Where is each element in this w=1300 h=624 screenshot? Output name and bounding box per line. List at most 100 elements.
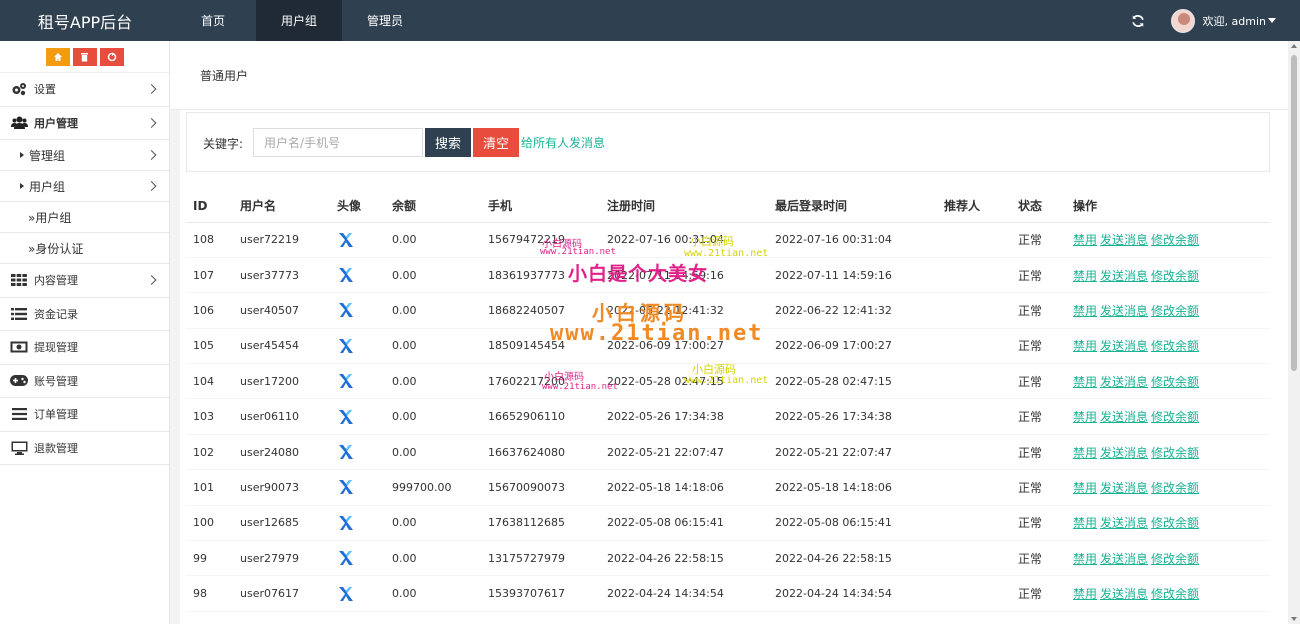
bars-icon xyxy=(10,407,28,421)
menu-account-management[interactable]: 账号管理 xyxy=(0,365,169,398)
disable-link[interactable]: 禁用 xyxy=(1073,304,1097,318)
search-button[interactable]: 搜索 xyxy=(425,128,471,157)
cell-phone: 15670090073 xyxy=(481,469,600,506)
cell-register-time: 2022-06-09 17:00:27 xyxy=(600,328,768,365)
menu-user-group-list[interactable]: »用户组 xyxy=(0,202,169,233)
menu-refund-management[interactable]: 退款管理 xyxy=(0,432,169,465)
message-all-link[interactable]: 给所有人发消息 xyxy=(521,134,605,151)
edit-balance-link[interactable]: 修改余额 xyxy=(1151,375,1199,389)
page-header: 普通用户 xyxy=(170,41,1288,110)
menu-user-management[interactable]: 用户管理 xyxy=(0,107,169,140)
col-last-login: 最后登录时间 xyxy=(768,190,937,223)
col-username: 用户名 xyxy=(233,190,330,223)
disable-link[interactable]: 禁用 xyxy=(1073,516,1097,530)
send-message-link[interactable]: 发送消息 xyxy=(1100,446,1148,460)
avatar-cell xyxy=(330,434,385,471)
scroll-up-icon[interactable] xyxy=(1291,44,1297,48)
edit-balance-link[interactable]: 修改余额 xyxy=(1151,233,1199,247)
disable-link[interactable]: 禁用 xyxy=(1073,375,1097,389)
cell-referrer xyxy=(937,398,1011,435)
disable-link[interactable]: 禁用 xyxy=(1073,481,1097,495)
send-message-link[interactable]: 发送消息 xyxy=(1100,481,1148,495)
edit-balance-link[interactable]: 修改余额 xyxy=(1151,339,1199,353)
cell-register-time: 2022-05-28 02:47:15 xyxy=(600,363,768,400)
users-table: ID 用户名 头像 余额 手机 注册时间 最后登录时间 推荐人 状态 操作 10… xyxy=(186,190,1270,612)
menu-order-management[interactable]: 订单管理 xyxy=(0,398,169,432)
scrollbar[interactable] xyxy=(1288,41,1300,624)
welcome-text[interactable]: 欢迎, admin xyxy=(1203,13,1266,29)
caret-down-icon[interactable] xyxy=(1268,18,1276,23)
send-message-link[interactable]: 发送消息 xyxy=(1100,516,1148,530)
cell-username: user12685 xyxy=(233,505,330,542)
send-message-link[interactable]: 发送消息 xyxy=(1100,410,1148,424)
chevron-right-icon xyxy=(146,117,157,128)
edit-balance-link[interactable]: 修改余额 xyxy=(1151,516,1199,530)
send-message-link[interactable]: 发送消息 xyxy=(1100,233,1148,247)
menu-content-management[interactable]: 内容管理 xyxy=(0,264,169,298)
disable-link[interactable]: 禁用 xyxy=(1073,446,1097,460)
scroll-down-icon[interactable] xyxy=(1291,617,1297,621)
send-message-link[interactable]: 发送消息 xyxy=(1100,269,1148,283)
disable-link[interactable]: 禁用 xyxy=(1073,552,1097,566)
table-row: 98 user07617 0.00 15393707617 2022-04-24 14:… xyxy=(186,575,1270,612)
menu-fund-records[interactable]: 资金记录 xyxy=(0,298,169,331)
cell-last-login: 2022-07-16 00:31:04 xyxy=(768,222,937,258)
cell-username: user06110 xyxy=(233,398,330,435)
edit-balance-link[interactable]: 修改余额 xyxy=(1151,481,1199,495)
cell-referrer xyxy=(937,540,1011,577)
chevron-right-icon xyxy=(146,150,157,160)
refresh-icon[interactable] xyxy=(1131,14,1145,28)
edit-balance-link[interactable]: 修改余额 xyxy=(1151,587,1199,601)
menu-admin-group[interactable]: 管理组 xyxy=(0,140,169,171)
menu-settings[interactable]: 设置 xyxy=(0,73,169,107)
table-row: 99 user27979 0.00 13175727979 2022-04-26 22:… xyxy=(186,540,1270,577)
avatar-cell xyxy=(330,575,385,612)
cell-phone: 15679472219 xyxy=(481,222,600,258)
list-icon xyxy=(10,307,28,321)
col-status: 状态 xyxy=(1011,190,1066,223)
menu-label: 提现管理 xyxy=(34,341,78,355)
avatar[interactable] xyxy=(1170,8,1195,33)
table-row: 103 user06110 0.00 16652906110 2022-05-26 17… xyxy=(186,398,1270,435)
top-right: 欢迎, admin xyxy=(1131,0,1300,41)
cell-actions: 禁用 发送消息 修改余额 xyxy=(1066,328,1270,365)
main-content: 普通用户 关键字: 搜索 清空 给所有人发消息 ID 用户名 头像 余额 手机 … xyxy=(170,41,1288,624)
edit-balance-link[interactable]: 修改余额 xyxy=(1151,410,1199,424)
edit-balance-link[interactable]: 修改余额 xyxy=(1151,446,1199,460)
send-message-link[interactable]: 发送消息 xyxy=(1100,552,1148,566)
disable-link[interactable]: 禁用 xyxy=(1073,269,1097,283)
cell-register-time: 2022-05-21 22:07:47 xyxy=(600,434,768,471)
search-input[interactable] xyxy=(253,128,423,157)
chevron-right-icon xyxy=(146,84,157,95)
cell-phone: 18682240507 xyxy=(481,292,600,329)
nav-home[interactable]: 首页 xyxy=(170,0,256,41)
send-message-link[interactable]: 发送消息 xyxy=(1100,304,1148,318)
edit-balance-link[interactable]: 修改余额 xyxy=(1151,269,1199,283)
clear-button[interactable]: 清空 xyxy=(473,128,519,157)
menu-withdraw-management[interactable]: 提现管理 xyxy=(0,331,169,365)
edit-balance-link[interactable]: 修改余额 xyxy=(1151,304,1199,318)
recycle-icon[interactable] xyxy=(99,47,124,66)
disable-link[interactable]: 禁用 xyxy=(1073,587,1097,601)
send-message-link[interactable]: 发送消息 xyxy=(1100,339,1148,353)
send-message-link[interactable]: 发送消息 xyxy=(1100,375,1148,389)
disable-link[interactable]: 禁用 xyxy=(1073,339,1097,353)
home-icon[interactable] xyxy=(45,47,70,66)
nav-user-group[interactable]: 用户组 xyxy=(256,0,342,41)
cell-phone: 18361937773 xyxy=(481,257,600,294)
menu-user-group[interactable]: 用户组 xyxy=(0,171,169,202)
scroll-thumb[interactable] xyxy=(1291,55,1297,371)
disable-link[interactable]: 禁用 xyxy=(1073,410,1097,424)
cell-status: 正常 xyxy=(1011,328,1066,365)
trash-icon[interactable] xyxy=(72,47,97,66)
avatar-cell xyxy=(330,469,385,506)
nav-admin[interactable]: 管理员 xyxy=(342,0,428,41)
cell-id: 107 xyxy=(186,257,233,294)
edit-balance-link[interactable]: 修改余额 xyxy=(1151,552,1199,566)
cell-register-time: 2022-07-16 00:31:04 xyxy=(600,222,768,258)
menu-identity-verification[interactable]: »身份认证 xyxy=(0,233,169,264)
cell-balance: 0.00 xyxy=(385,434,481,471)
disable-link[interactable]: 禁用 xyxy=(1073,233,1097,247)
avatar-cell xyxy=(330,292,385,329)
send-message-link[interactable]: 发送消息 xyxy=(1100,587,1148,601)
